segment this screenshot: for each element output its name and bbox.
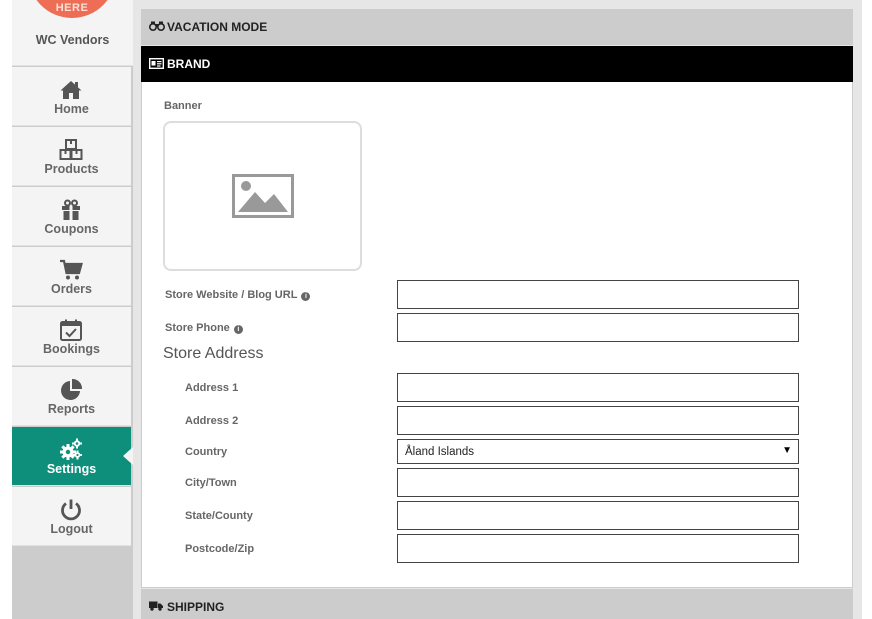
postcode-input[interactable] [397,534,799,563]
store-phone-input[interactable] [397,313,799,342]
sidebar-item-home[interactable]: Home [12,67,131,126]
sidebar-item-label: Settings [46,462,97,476]
sidebar-item-bookings[interactable]: Bookings [12,307,131,366]
pie-chart-icon [61,378,83,400]
wc-vendors-dashboard: HERE WC Vendors Home Products Coupons Or… [0,0,872,619]
sidebar-item-label: Coupons [44,222,99,236]
sidebar: HERE WC Vendors Home Products Coupons Or… [12,0,133,619]
shipping-header[interactable]: SHIPPING [141,589,853,619]
country-label: Country [185,446,228,458]
sidebar-item-label: Products [44,162,99,176]
gears-icon [60,438,82,460]
cart-icon [60,259,83,280]
address1-input[interactable] [397,373,799,402]
sidebar-item-products[interactable]: Products [12,127,131,186]
banner-upload[interactable] [163,121,362,271]
logo-text: HERE [55,2,89,14]
store-phone-label: Store Phone i [165,322,243,334]
gift-icon [62,199,80,220]
vendor-logo[interactable]: HERE [28,0,116,18]
banner-label: Banner [164,100,202,112]
vacation-mode-header[interactable]: VACATION MODE [141,9,853,45]
dropdown-arrow-icon: ▼ [782,445,792,456]
country-selected-value: Åland Islands [405,446,475,458]
settings-content: VACATION MODE BRAND Banner Store Website… [133,0,862,619]
address1-label: Address 1 [185,382,239,394]
sidebar-item-settings[interactable]: Settings [12,427,133,486]
store-website-label-text: Store Website / Blog URL [165,289,298,301]
panel-title: VACATION MODE [167,20,268,34]
city-input[interactable] [397,468,799,497]
id-card-icon [149,58,164,69]
sidebar-item-reports[interactable]: Reports [12,367,131,426]
country-select[interactable]: Åland Islands ▼ [397,439,799,464]
store-phone-label-text: Store Phone [165,322,230,334]
address2-label: Address 2 [185,415,239,427]
sidebar-item-label: Reports [47,402,96,416]
city-label: City/Town [185,477,237,489]
brand-panel-body: Banner Store Website / Blog URL i Store P… [141,82,853,588]
power-icon [61,499,81,521]
binoculars-icon [149,21,165,31]
brand-header[interactable]: BRAND [141,46,853,82]
state-label: State/County [185,510,253,522]
sidebar-item-label: Logout [50,522,93,536]
sidebar-item-coupons[interactable]: Coupons [12,187,131,246]
store-website-input[interactable] [397,280,799,309]
store-website-label: Store Website / Blog URL i [165,289,311,301]
calendar-check-icon [60,319,82,341]
sidebar-item-logout[interactable]: Logout [12,487,131,546]
sidebar-item-orders[interactable]: Orders [12,247,131,306]
boxes-icon [59,139,83,160]
panel-title: BRAND [167,57,211,71]
sidebar-item-label: Home [54,102,89,116]
state-input[interactable] [397,501,799,530]
vendor-name: WC Vendors [35,33,110,47]
panel-title: SHIPPING [167,600,225,614]
image-placeholder-icon [232,174,294,218]
info-icon[interactable]: i [233,325,243,334]
address2-input[interactable] [397,406,799,435]
sidebar-item-label: Bookings [43,342,100,356]
active-indicator [123,447,133,465]
home-icon [60,81,82,99]
vendor-brand: HERE WC Vendors [12,0,133,66]
info-icon[interactable]: i [301,292,311,301]
sidebar-item-label: Orders [51,282,92,296]
store-address-heading: Store Address [163,345,264,362]
postcode-label: Postcode/Zip [185,543,255,555]
truck-icon [149,601,163,611]
